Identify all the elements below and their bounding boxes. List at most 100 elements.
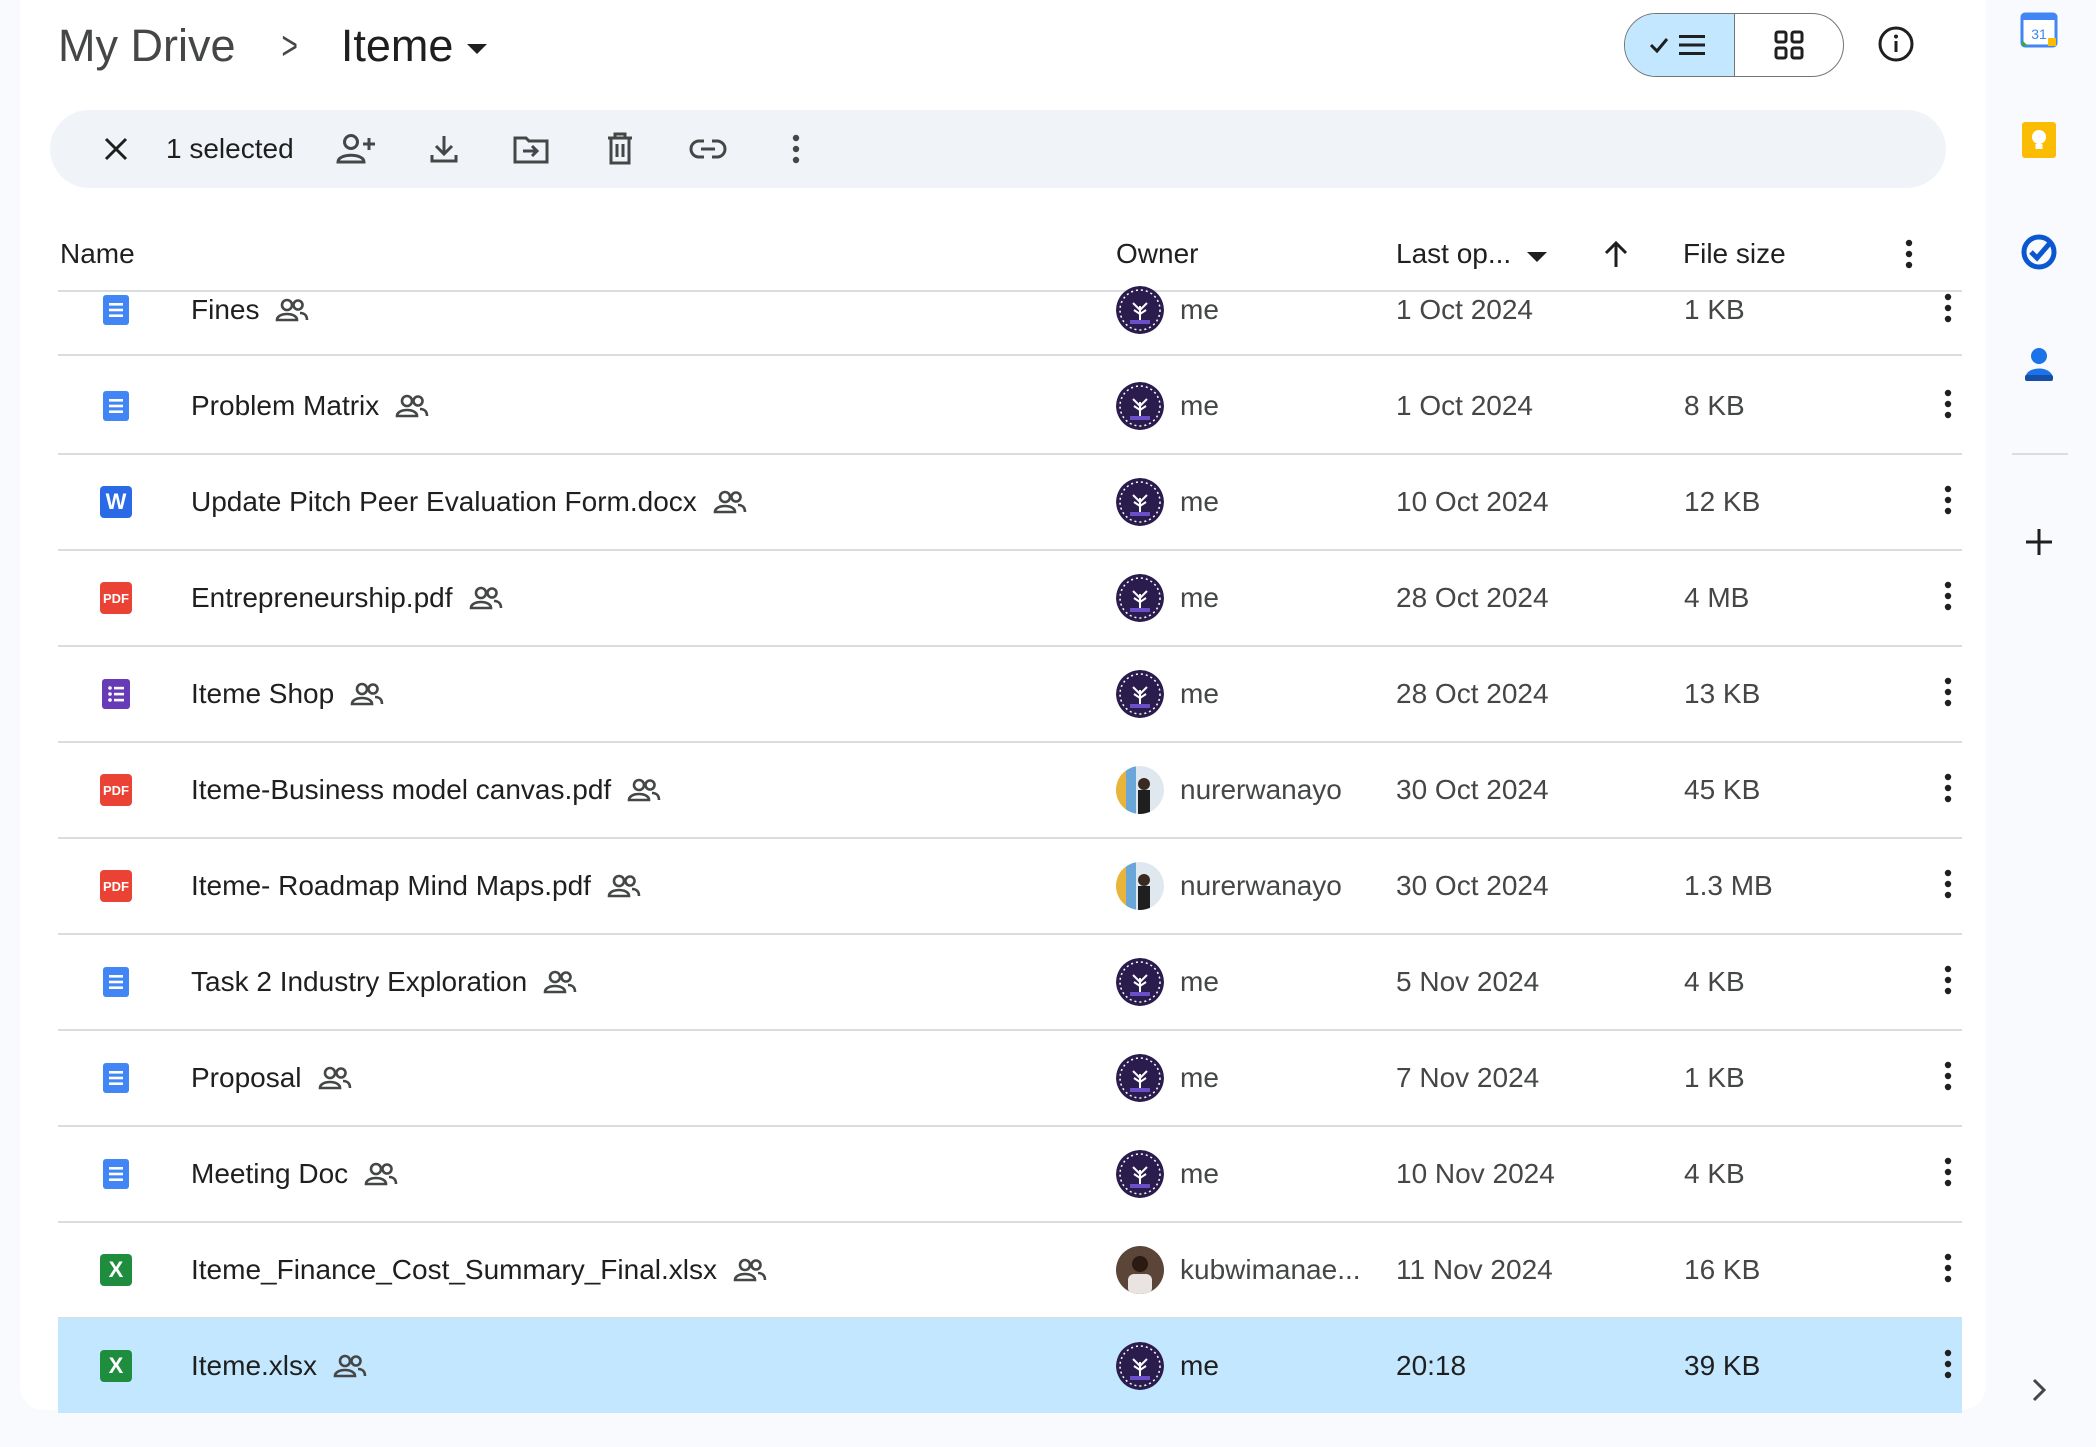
file-name[interactable]: Iteme.xlsx <box>191 1346 367 1386</box>
google-keep-button[interactable] <box>2011 112 2067 168</box>
file-name-text: Update Pitch Peer Evaluation Form.docx <box>191 486 697 517</box>
link-icon <box>689 139 727 159</box>
get-add-ons-button[interactable] <box>2011 514 2067 570</box>
owner-avatar <box>1116 1054 1164 1102</box>
row-more-actions-button[interactable] <box>1924 382 1972 430</box>
last-opened-label: Last op... <box>1396 238 1512 269</box>
file-name[interactable]: Update Pitch Peer Evaluation Form.docx <box>191 482 747 522</box>
pdf-file-icon: PDF <box>100 870 132 902</box>
column-header-name[interactable]: Name <box>60 225 135 283</box>
row-more-actions-button[interactable] <box>1924 958 1972 1006</box>
google-contacts-button[interactable] <box>2011 336 2067 392</box>
info-icon <box>1878 26 1914 62</box>
breadcrumb-current-folder[interactable]: Iteme <box>341 20 488 72</box>
row-more-actions-button[interactable] <box>1924 286 1972 334</box>
move-button[interactable] <box>507 125 555 173</box>
shared-icon <box>713 490 747 514</box>
file-row[interactable]: Proposal me 7 Nov 2024 1 KB <box>58 1030 1962 1127</box>
pdf-file-icon: PDF <box>100 582 132 614</box>
owner-avatar <box>1116 862 1164 910</box>
file-row[interactable]: Meeting Doc me 10 Nov 2024 4 KB <box>58 1126 1962 1223</box>
column-header-owner[interactable]: Owner <box>1116 225 1198 283</box>
file-name[interactable]: Entrepreneurship.pdf <box>191 578 503 618</box>
grid-view-button[interactable] <box>1735 14 1844 76</box>
more-vert-icon <box>1943 1060 1953 1097</box>
row-more-actions-button[interactable] <box>1924 766 1972 814</box>
file-name[interactable]: Iteme Shop <box>191 674 384 714</box>
owner-avatar <box>1116 958 1164 1006</box>
shared-icon <box>627 778 661 802</box>
word-file-icon: W <box>100 486 132 518</box>
column-options-button[interactable] <box>1904 225 1914 283</box>
column-header-file-size[interactable]: File size <box>1683 225 1786 283</box>
shared-icon <box>543 970 577 994</box>
file-name[interactable]: Iteme_Finance_Cost_Summary_Final.xlsx <box>191 1250 767 1290</box>
file-size: 4 KB <box>1684 966 1745 997</box>
row-more-actions-button[interactable] <box>1924 670 1972 718</box>
file-row[interactable]: W Update Pitch Peer Evaluation Form.docx m… <box>58 454 1962 551</box>
owner-avatar <box>1116 766 1164 814</box>
owner-name: me <box>1180 1350 1219 1381</box>
move-to-folder-icon <box>513 136 549 164</box>
row-more-actions-button[interactable] <box>1924 574 1972 622</box>
file-row[interactable]: PDF Iteme- Roadmap Mind Maps.pdf nurerwana… <box>58 838 1962 935</box>
google-calendar-button[interactable]: 31 <box>2011 0 2067 56</box>
google-tasks-icon <box>2021 234 2057 270</box>
file-size: 4 MB <box>1684 582 1750 613</box>
file-name[interactable]: Fines <box>191 290 309 330</box>
file-name-text: Meeting Doc <box>191 1158 349 1189</box>
file-row[interactable]: Task 2 Industry Exploration me 5 Nov 2024 4… <box>58 934 1962 1031</box>
last-opened-date: 10 Oct 2024 <box>1396 486 1549 517</box>
file-size: 1.3 MB <box>1684 870 1773 901</box>
delete-button[interactable] <box>596 125 644 173</box>
google-tasks-button[interactable] <box>2011 224 2067 280</box>
file-name[interactable]: Iteme-Business model canvas.pdf <box>191 770 661 810</box>
download-button[interactable] <box>420 125 468 173</box>
row-more-actions-button[interactable] <box>1924 1150 1972 1198</box>
owner-name: nurerwanayo <box>1180 870 1342 901</box>
side-panel-divider <box>2012 453 2068 455</box>
file-name[interactable]: Task 2 Industry Exploration <box>191 962 577 1002</box>
details-info-button[interactable] <box>1872 20 1920 68</box>
view-toggle <box>1624 13 1844 77</box>
file-row[interactable]: Problem Matrix me 1 Oct 2024 8 KB <box>58 358 1962 455</box>
sheet-file-icon: X <box>100 1350 132 1382</box>
column-header-last-opened[interactable]: Last op... <box>1396 225 1548 283</box>
share-button[interactable] <box>332 125 380 173</box>
file-size: 39 KB <box>1684 1350 1761 1381</box>
list-view-button[interactable] <box>1625 14 1735 76</box>
row-more-actions-button[interactable] <box>1924 1342 1972 1390</box>
file-type-letter: X <box>108 1353 124 1378</box>
last-opened-date: 1 Oct 2024 <box>1396 294 1533 325</box>
last-opened-date: 7 Nov 2024 <box>1396 1062 1540 1093</box>
row-more-actions-button[interactable] <box>1924 1246 1972 1294</box>
file-row[interactable]: PDF Entrepreneurship.pdf me 28 Oct 2024 4 MB <box>58 550 1962 647</box>
last-opened-date: 11 Nov 2024 <box>1396 1254 1553 1285</box>
owner-name: me <box>1180 966 1219 997</box>
arrow-upward-icon <box>1604 240 1628 267</box>
file-row[interactable]: PDF Iteme-Business model canvas.pdf nurerw… <box>58 742 1962 839</box>
show-side-panel-button[interactable] <box>2011 1362 2067 1418</box>
close-icon <box>104 137 128 161</box>
row-more-actions-button[interactable] <box>1924 1054 1972 1102</box>
row-more-actions-button[interactable] <box>1924 862 1972 910</box>
file-name[interactable]: Problem Matrix <box>191 386 429 426</box>
file-row-selected[interactable]: X Iteme.xlsx me 20:18 39 KB <box>58 1318 1962 1413</box>
file-row[interactable]: X Iteme_Finance_Cost_Summary_Final.xlsx ku… <box>58 1222 1962 1319</box>
more-actions-button[interactable] <box>772 125 820 173</box>
more-vert-icon <box>1943 772 1953 809</box>
file-name[interactable]: Proposal <box>191 1058 352 1098</box>
file-row[interactable]: Fines me 1 Oct 2024 1 KB <box>58 286 1962 356</box>
selection-toolbar: 1 selected <box>50 110 1946 188</box>
file-name[interactable]: Iteme- Roadmap Mind Maps.pdf <box>191 866 641 906</box>
clear-selection-button[interactable] <box>92 125 140 173</box>
file-name[interactable]: Meeting Doc <box>191 1154 398 1194</box>
owner-name: me <box>1180 390 1219 421</box>
file-row[interactable]: Iteme Shop me 28 Oct 2024 13 KB <box>58 646 1962 743</box>
more-vert-icon <box>1943 964 1953 1001</box>
breadcrumb-separator-icon: > <box>281 23 298 68</box>
sort-direction-button[interactable] <box>1602 225 1630 283</box>
breadcrumb-my-drive[interactable]: My Drive <box>58 20 236 72</box>
row-more-actions-button[interactable] <box>1924 478 1972 526</box>
copy-link-button[interactable] <box>684 125 732 173</box>
